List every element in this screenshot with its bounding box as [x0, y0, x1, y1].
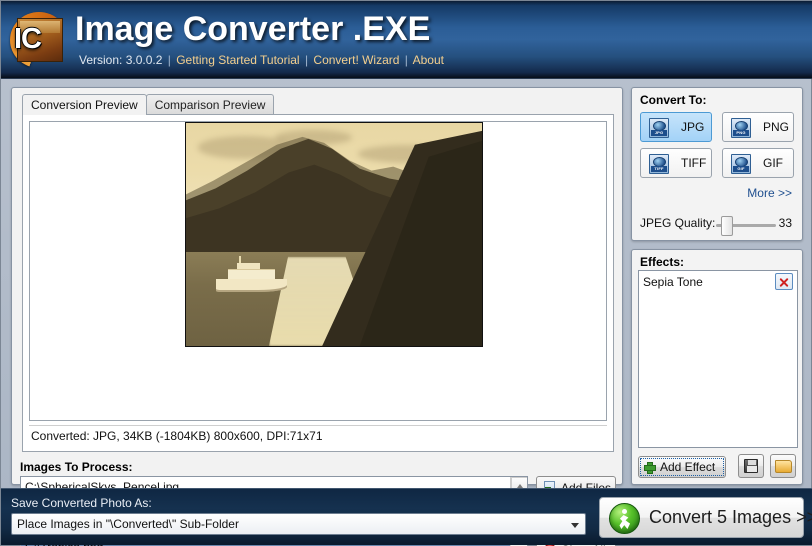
- format-label-jpg: JPG: [681, 120, 705, 134]
- format-button-jpg[interactable]: JPG JPG: [640, 112, 712, 142]
- convert-to-title: Convert To:: [640, 93, 707, 107]
- jpeg-quality-label: JPEG Quality:: [640, 216, 716, 230]
- about-link[interactable]: About: [413, 53, 444, 67]
- convert-to-panel: Convert To: JPG JPG PNG PNG TIFF TIFF GI…: [631, 87, 803, 241]
- format-label-png: PNG: [763, 120, 790, 134]
- format-button-png[interactable]: PNG PNG: [722, 112, 794, 142]
- preview-boat: [215, 256, 287, 293]
- runner-icon: [609, 503, 640, 534]
- preview-tabs: Conversion Preview Comparison Preview: [22, 94, 275, 115]
- plus-icon: [642, 460, 656, 474]
- preview-boat-hull: [215, 279, 287, 293]
- preview-image: [185, 122, 483, 347]
- effects-list[interactable]: Sepia Tone: [638, 270, 798, 448]
- preview-panel: Conversion Preview Comparison Preview Co…: [11, 87, 623, 546]
- header-sublinks: Version: 3.0.0.2 | Getting Started Tutor…: [79, 53, 444, 67]
- chevron-down-icon: [571, 523, 579, 528]
- images-to-process-label: Images To Process:: [20, 460, 133, 474]
- add-effect-label: Add Effect: [660, 460, 716, 474]
- remove-effect-icon[interactable]: [775, 273, 793, 290]
- sep-2: |: [304, 53, 309, 67]
- footer-bar: Save Converted Photo As: Place Images in…: [1, 488, 812, 545]
- getting-started-tutorial-link[interactable]: Getting Started Tutorial: [176, 53, 299, 67]
- png-file-icon: PNG: [731, 118, 751, 138]
- open-folder-icon: [775, 460, 792, 473]
- effect-label: Sepia Tone: [643, 275, 703, 289]
- save-effects-button[interactable]: [738, 454, 764, 478]
- format-button-gif[interactable]: GIF GIF: [722, 148, 794, 178]
- effects-panel: Effects: Sepia Tone Add Effect: [631, 249, 803, 485]
- format-label-tiff: TIFF: [681, 156, 707, 170]
- open-effects-button[interactable]: [770, 454, 796, 478]
- save-disk-icon: [744, 459, 758, 473]
- jpeg-quality-slider-thumb[interactable]: [721, 216, 733, 236]
- convert-button-label: Convert 5 Images >>: [649, 507, 812, 527]
- logo-text: IC: [14, 23, 42, 55]
- add-effect-button[interactable]: Add Effect: [638, 456, 726, 478]
- jpeg-quality-value: 33: [778, 216, 792, 230]
- effects-title: Effects:: [640, 255, 685, 269]
- app-logo-icon: IC: [8, 10, 70, 70]
- version-text: Version: 3.0.0.2: [79, 53, 163, 67]
- sep-1: |: [167, 53, 171, 67]
- gif-file-icon: GIF: [731, 154, 751, 174]
- more-formats-link[interactable]: More >>: [747, 186, 792, 200]
- image-preview-area[interactable]: [29, 121, 607, 421]
- sep-3: |: [404, 53, 408, 67]
- app-title: Image Converter .EXE: [75, 10, 431, 48]
- preview-tab-body: Converted: JPG, 34KB (-1804KB) 800x600, …: [22, 114, 614, 452]
- list-item[interactable]: Sepia Tone: [639, 271, 797, 293]
- application-window: IC Image Converter .EXE Version: 3.0.0.2…: [0, 0, 812, 546]
- app-header: IC Image Converter .EXE Version: 3.0.0.2…: [1, 1, 812, 79]
- save-as-dropdown[interactable]: Place Images in "\Converted\" Sub-Folder: [11, 513, 586, 535]
- convert-images-button[interactable]: Convert 5 Images >>: [599, 497, 812, 538]
- tiff-file-icon: TIFF: [649, 154, 669, 174]
- preview-foreground-cliff: [322, 130, 482, 346]
- save-as-value: Place Images in "\Converted\" Sub-Folder: [17, 517, 239, 531]
- save-as-label: Save Converted Photo As:: [11, 496, 152, 510]
- tab-comparison-preview[interactable]: Comparison Preview: [145, 94, 275, 115]
- convert-wizard-link[interactable]: Convert! Wizard: [313, 53, 399, 67]
- tab-conversion-preview[interactable]: Conversion Preview: [22, 94, 147, 115]
- conversion-info-caption: Converted: JPG, 34KB (-1804KB) 800x600, …: [29, 425, 607, 445]
- format-button-tiff[interactable]: TIFF TIFF: [640, 148, 712, 178]
- jpg-file-icon: JPG: [649, 118, 669, 138]
- format-label-gif: GIF: [763, 156, 783, 170]
